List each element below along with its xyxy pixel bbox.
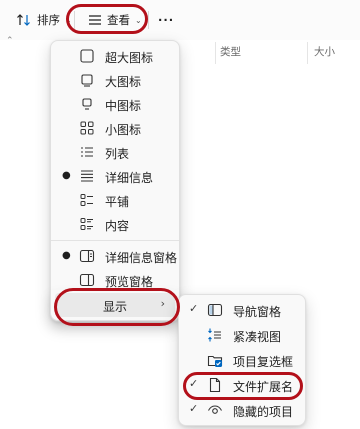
submenu-item-compact-view[interactable]: 紧凑视图 [183, 323, 301, 347]
extra-large-icons-icon [79, 48, 95, 64]
annotation-ring-show [54, 288, 180, 326]
collapse-chevron-icon: ⌃ [6, 36, 14, 46]
content-icon [79, 216, 95, 232]
selected-bullet-icon: ● [62, 250, 71, 261]
menu-divider [51, 240, 179, 241]
medium-icons-icon [79, 96, 95, 112]
details-pane-icon [79, 248, 95, 264]
tiles-icon [79, 192, 95, 208]
column-divider[interactable] [215, 42, 216, 64]
sort-label: 排序 [37, 13, 60, 27]
more-options-label: ... [158, 10, 175, 24]
navigation-pane-icon [207, 302, 223, 318]
compact-view-icon [207, 327, 223, 343]
checkmark-icon: ✓ [189, 302, 199, 315]
checkmark-icon: ✓ [189, 402, 199, 415]
command-bar: 排序 ⌄ 查看 ⌄ ... [0, 0, 360, 40]
column-divider[interactable] [307, 42, 308, 64]
menu-item-medium-icons[interactable]: 中图标 [55, 92, 175, 116]
submenu-item-item-checkboxes[interactable]: 项目复选框 [183, 348, 301, 372]
menu-item-content[interactable]: 内容 [55, 212, 175, 236]
menu-item-tiles[interactable]: 平铺 [55, 188, 175, 212]
toolbar-separator [148, 11, 149, 29]
view-menu: 超大图标 大图标 中图标 小图标 列表 ● 详细信息 平铺 内容 ● 详细信息窗… [50, 40, 180, 322]
selected-bullet-icon: ● [62, 170, 71, 181]
menu-item-large-icons[interactable]: 大图标 [55, 68, 175, 92]
list-icon [79, 144, 95, 160]
more-options-button[interactable]: ... [158, 6, 174, 28]
large-icons-icon [79, 72, 95, 88]
eye-icon [207, 402, 223, 418]
sort-icon [16, 13, 32, 27]
annotation-ring-file-extensions [183, 372, 303, 400]
show-submenu: ✓ 导航窗格 紧凑视图 项目复选框 ✓ 文件扩展名 ✓ 隐藏的项目 [178, 294, 306, 426]
annotation-ring-view [66, 4, 148, 34]
submenu-item-hidden-items[interactable]: ✓ 隐藏的项目 [183, 398, 301, 422]
submenu-item-navigation-pane[interactable]: ✓ 导航窗格 [183, 298, 301, 322]
menu-item-extra-large-icons[interactable]: 超大图标 [55, 44, 175, 68]
menu-item-details[interactable]: ● 详细信息 [55, 164, 175, 188]
small-icons-icon [79, 120, 95, 136]
details-icon [79, 168, 95, 184]
column-header-size[interactable]: 大小 [314, 44, 335, 59]
menu-item-small-icons[interactable]: 小图标 [55, 116, 175, 140]
item-checkbox-icon [207, 352, 223, 368]
sort-button[interactable]: 排序 ⌄ [16, 9, 72, 31]
column-header-type[interactable]: 类型 [220, 44, 241, 59]
preview-pane-icon [79, 272, 95, 288]
menu-item-list[interactable]: 列表 [55, 140, 175, 164]
menu-item-details-pane[interactable]: ● 详细信息窗格 [55, 244, 177, 268]
